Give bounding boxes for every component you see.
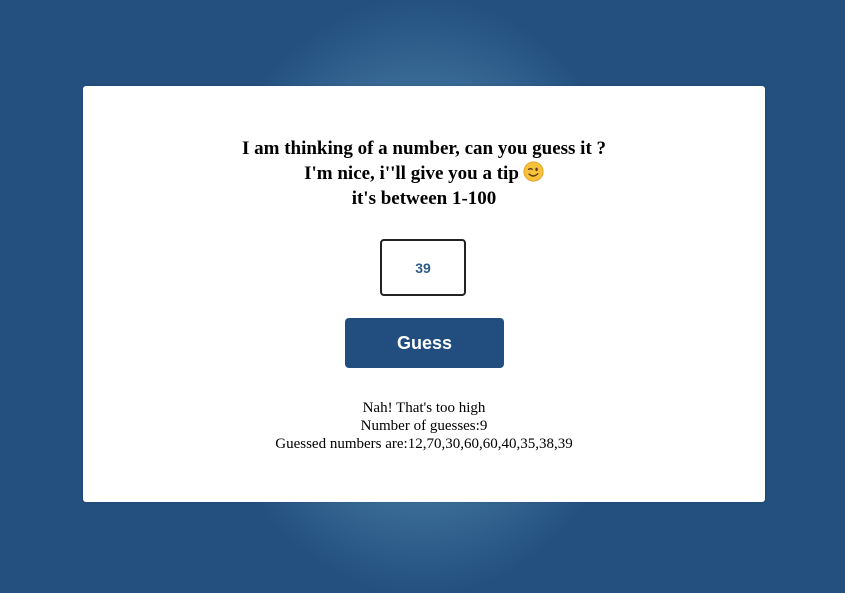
prompt-line-2-text: I'm nice, i''ll give you a tip [304, 163, 519, 184]
feedback-text: Nah! That's too high [362, 400, 486, 416]
winking-face-icon [523, 161, 544, 182]
prompt-line-1: I am thinking of a number, can you guess… [241, 138, 607, 159]
prompt-line-2: I'm nice, i''ll give you a tip [83, 161, 765, 186]
results-panel: Nah! That's too high Number of guesses:9… [83, 399, 765, 453]
guess-input[interactable] [380, 239, 466, 296]
guess-count: Number of guesses:9 [83, 417, 765, 435]
guess-history-values: 12,70,30,60,60,40,35,38,39 [407, 436, 573, 452]
prompt-heading: I am thinking of a number, can you guess… [83, 136, 765, 211]
guess-history-label: Guessed numbers are: [275, 436, 408, 452]
prompt-line-3: it's between 1-100 [351, 188, 497, 209]
guess-count-label: Number of guesses: [360, 418, 480, 434]
guess-count-value: 9 [479, 418, 488, 434]
guess-history: Guessed numbers are:12,70,30,60,60,40,35… [83, 435, 765, 453]
game-card: I am thinking of a number, can you guess… [83, 86, 765, 502]
guess-button[interactable]: Guess [345, 318, 504, 368]
